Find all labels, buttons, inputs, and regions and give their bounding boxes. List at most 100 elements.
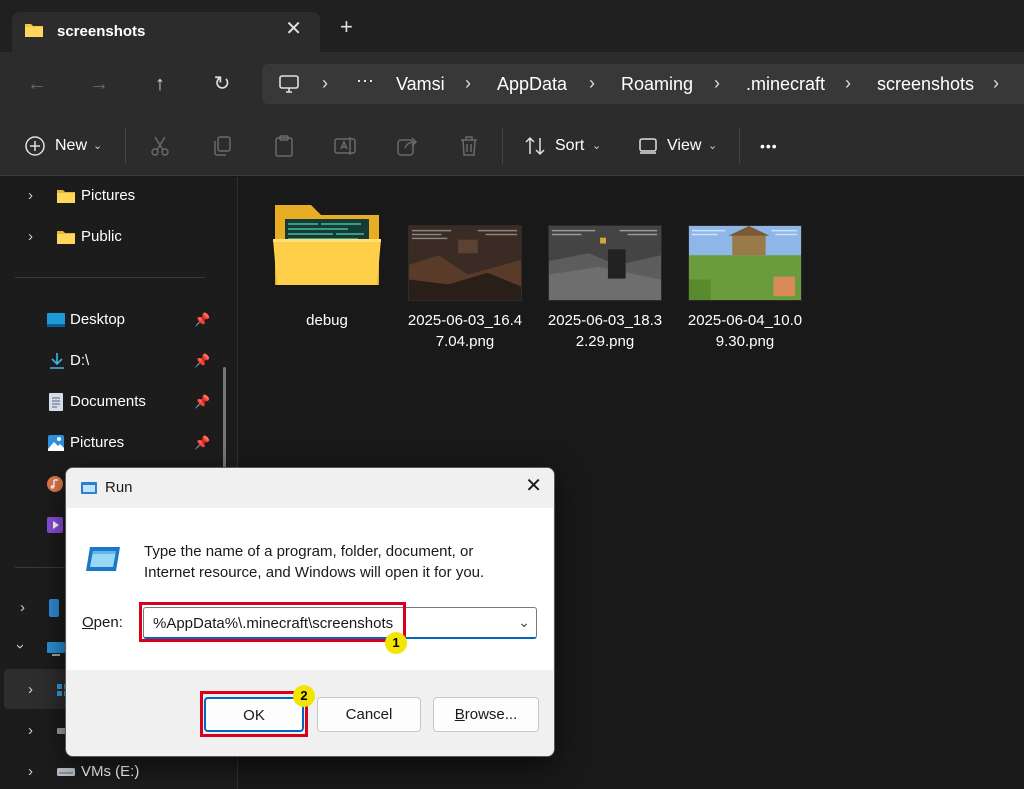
run-dialog-titlebar[interactable]: Run ✕ <box>66 468 554 508</box>
breadcrumb-chevron[interactable]: › <box>589 73 595 94</box>
chevron-right-icon[interactable]: › <box>28 722 33 739</box>
rename-icon[interactable] <box>333 134 357 158</box>
chevron-right-icon[interactable]: › <box>28 763 33 780</box>
chevron-right-icon[interactable]: › <box>28 681 33 698</box>
sidebar-item-label: Pictures <box>70 434 125 451</box>
sidebar-item-desktop[interactable]: Desktop 📌 <box>46 309 216 331</box>
tab-title: screenshots <box>57 23 146 40</box>
image-thumbnail <box>408 225 522 301</box>
open-label: Open: <box>82 614 123 631</box>
breadcrumb-vamsi[interactable]: Vamsi <box>396 74 445 95</box>
delete-icon[interactable] <box>457 134 481 158</box>
refresh-icon[interactable]: ↻ <box>210 72 234 96</box>
image-thumbnail <box>548 225 662 301</box>
breadcrumb-chevron[interactable]: › <box>993 73 999 94</box>
sidebar-item-onedrive[interactable]: › <box>20 597 60 619</box>
chevron-right-icon[interactable]: › <box>28 228 33 245</box>
annotation-highlight-open <box>139 602 406 642</box>
forward-arrow-icon[interactable]: → <box>87 72 111 96</box>
documents-icon <box>49 393 63 411</box>
sidebar-item-pictures[interactable]: Pictures 📌 <box>46 432 216 454</box>
breadcrumb-chevron[interactable]: › <box>465 73 471 94</box>
run-dialog-body: Type the name of a program, folder, docu… <box>67 508 553 670</box>
sidebar-item-drive[interactable]: › <box>28 720 69 742</box>
share-icon[interactable] <box>395 134 419 158</box>
close-icon[interactable]: ✕ <box>525 476 542 496</box>
sidebar-item-label: Documents <box>70 393 146 410</box>
sidebar-item-local-disk[interactable]: › <box>28 679 69 701</box>
file-name: debug <box>306 312 348 329</box>
folder-icon <box>25 24 43 37</box>
address-bar[interactable]: › ··· Vamsi › AppData › Roaming › .minec… <box>262 64 1024 104</box>
copy-icon[interactable] <box>210 134 234 158</box>
chevron-down-icon: ⌄ <box>93 140 103 152</box>
run-icon <box>81 482 97 494</box>
new-tab-button[interactable]: + <box>340 16 353 38</box>
chevron-down-icon[interactable]: › <box>12 644 29 649</box>
breadcrumb-more[interactable]: ··· <box>356 70 374 91</box>
chevron-down-icon: ⌄ <box>708 140 718 152</box>
cancel-button[interactable]: Cancel <box>317 697 421 732</box>
run-program-icon <box>86 547 120 571</box>
plus-circle-icon <box>25 136 45 156</box>
pin-icon[interactable]: 📌 <box>194 353 210 369</box>
breadcrumb-chevron[interactable]: › <box>322 73 328 94</box>
download-icon <box>50 353 64 369</box>
breadcrumb-appdata[interactable]: AppData <box>497 74 567 95</box>
new-label: New <box>55 137 88 154</box>
run-dialog: Run ✕ Type the name of a program, folder… <box>65 467 555 757</box>
view-label: View <box>667 137 702 154</box>
chevron-right-icon[interactable]: › <box>28 187 33 204</box>
file-item-screenshot-2[interactable]: 2025-06-03_18.3 2.29.png <box>539 177 671 357</box>
breadcrumb-screenshots[interactable]: screenshots <box>877 74 974 95</box>
this-pc-icon[interactable] <box>278 74 300 94</box>
close-tab-icon[interactable]: ✕ <box>285 19 302 39</box>
sidebar-item-documents[interactable]: Documents 📌 <box>46 391 216 413</box>
breadcrumb-chevron[interactable]: › <box>714 73 720 94</box>
annotation-badge-2: 2 <box>293 685 315 707</box>
videos-icon <box>47 517 63 533</box>
this-pc-icon <box>47 642 65 656</box>
sort-label: Sort <box>555 137 585 154</box>
breadcrumb-roaming[interactable]: Roaming <box>621 74 693 95</box>
cut-icon[interactable] <box>148 134 172 158</box>
breadcrumb-chevron[interactable]: › <box>845 73 851 94</box>
drive-icon <box>57 768 75 776</box>
command-bar: New ⌄ Sort ⌄ View ⌄ ••• <box>0 116 1024 176</box>
chevron-right-icon[interactable]: › <box>20 599 25 616</box>
sidebar-item-d-drive[interactable]: D:\ 📌 <box>46 350 216 372</box>
sidebar-item-vms-drive[interactable]: › VMs (E:) <box>28 761 218 783</box>
pin-icon[interactable]: 📌 <box>194 312 210 328</box>
sort-icon <box>525 136 545 156</box>
navigation-bar: ← → ↑ ↻ › ··· Vamsi › AppData › Roaming … <box>0 52 1024 116</box>
image-thumbnail <box>688 225 802 301</box>
run-description: Type the name of a program, folder, docu… <box>144 543 485 581</box>
sidebar-item-label: Pictures <box>81 187 136 204</box>
pin-icon[interactable]: 📌 <box>194 435 210 451</box>
see-more-button[interactable]: ••• <box>760 134 778 158</box>
file-item-screenshot-3[interactable]: 2025-06-04_10.0 9.30.png <box>679 177 811 357</box>
breadcrumb-minecraft[interactable]: .minecraft <box>746 74 825 95</box>
desktop-icon <box>47 313 65 327</box>
toolbar-divider <box>125 128 126 164</box>
toolbar-divider <box>502 128 503 164</box>
paste-icon[interactable] <box>272 134 296 158</box>
browse-button[interactable]: Browse... <box>433 697 539 732</box>
back-arrow-icon[interactable]: ← <box>25 72 49 96</box>
up-arrow-icon[interactable]: ↑ <box>148 72 172 96</box>
sidebar-divider <box>15 277 205 278</box>
sidebar-item-this-pc[interactable]: › <box>12 638 68 660</box>
toolbar-divider <box>739 128 740 164</box>
file-item-debug[interactable]: debug <box>261 177 393 357</box>
pictures-icon <box>48 435 64 451</box>
sidebar-item-public[interactable]: › Public <box>28 226 218 248</box>
tab-bar: screenshots ✕ + <box>0 0 1024 52</box>
sidebar-item-label: Public <box>81 228 122 245</box>
sidebar-item-pictures-folder[interactable]: › Pictures <box>28 185 218 207</box>
file-name: 2025-06-03_16.4 7.04.png <box>407 312 523 350</box>
tab-screenshots[interactable]: screenshots ✕ <box>12 12 320 52</box>
file-item-screenshot-1[interactable]: 2025-06-03_16.4 7.04.png <box>399 177 531 357</box>
chevron-down-icon[interactable]: ⌄ <box>518 614 530 631</box>
pin-icon[interactable]: 📌 <box>194 394 210 410</box>
chevron-down-icon: ⌄ <box>592 140 602 152</box>
